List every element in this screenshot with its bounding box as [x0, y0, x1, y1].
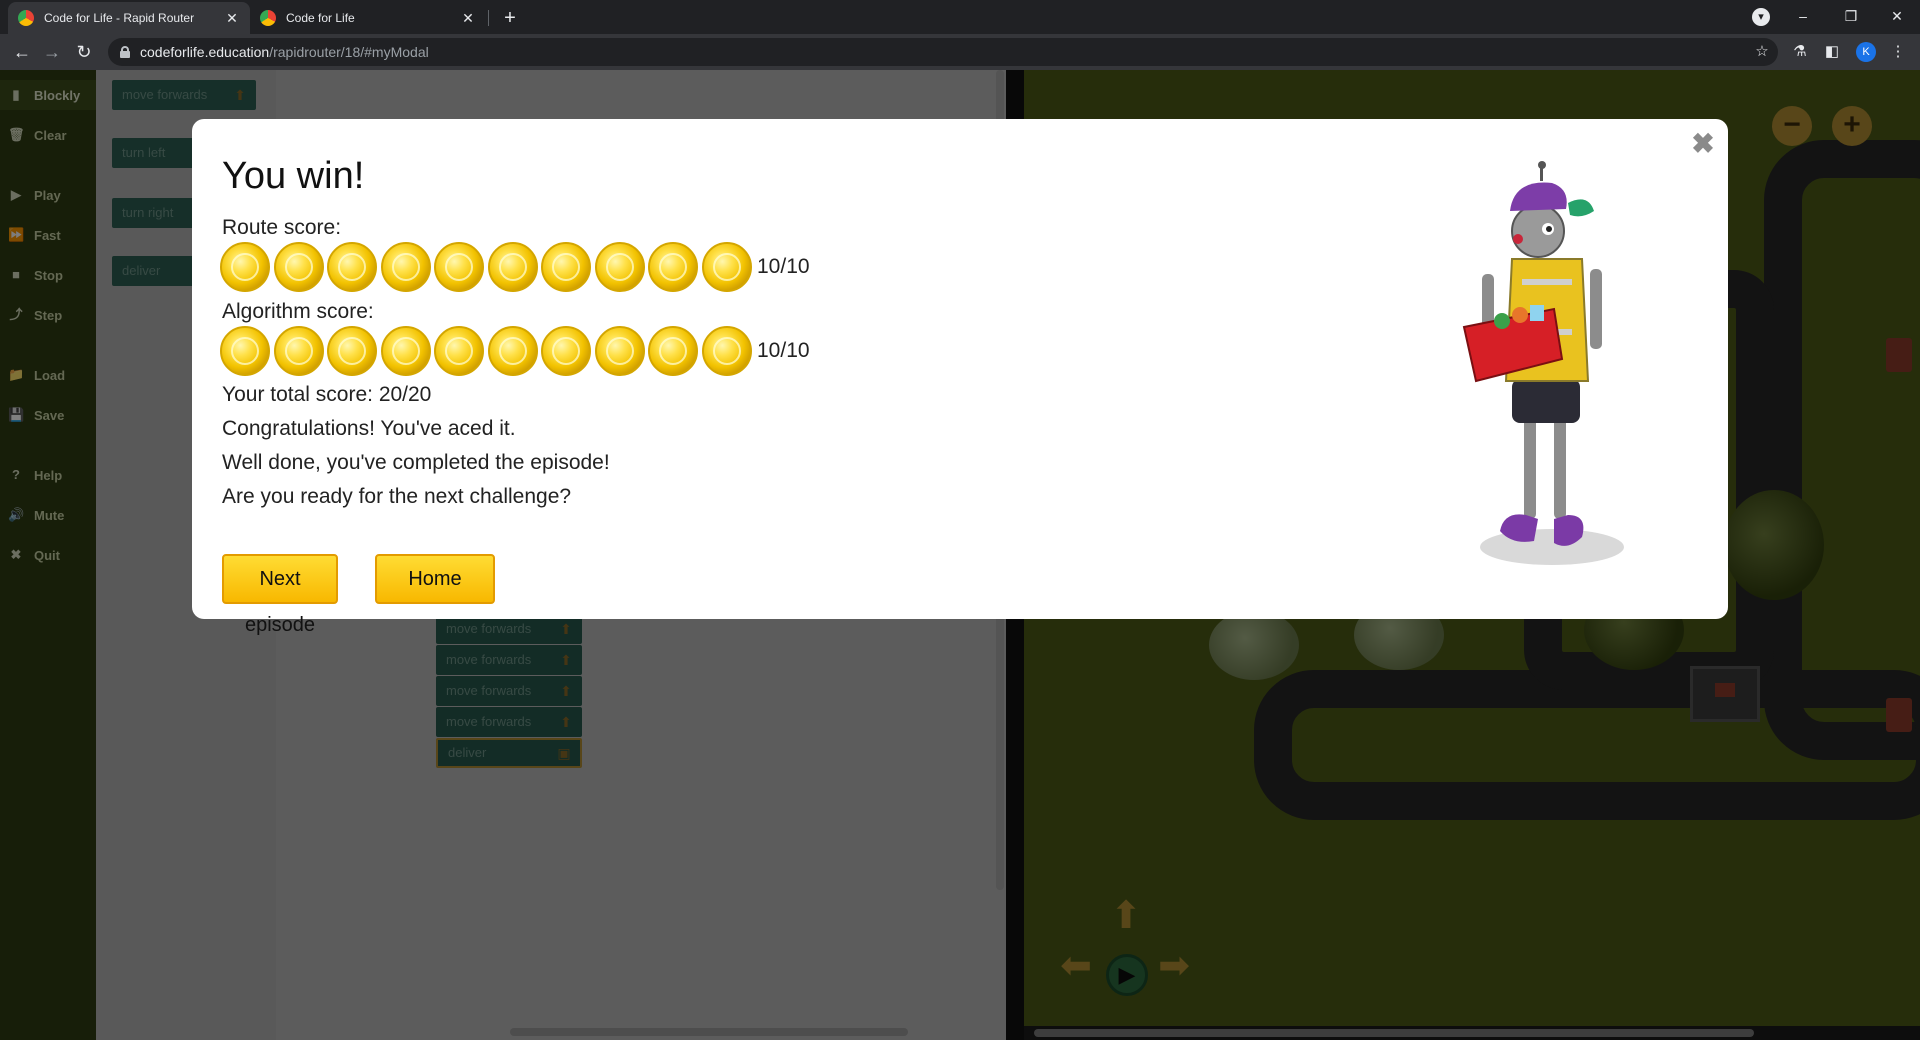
browser-menu-icon[interactable]: ⋮ [1888, 42, 1908, 62]
coin-icon [380, 326, 431, 376]
coin-icon [701, 326, 752, 376]
algorithm-score-value: 10/10 [757, 339, 810, 362]
browser-tab-strip: Code for Life - Rapid Router ✕ Code for … [0, 0, 1920, 34]
route-score-label: Route score: [222, 216, 342, 239]
code-for-life-favicon-icon [18, 10, 34, 26]
coin-icon [380, 242, 431, 292]
profile-avatar[interactable]: K [1856, 42, 1876, 62]
coin-icon [648, 326, 698, 376]
restore-button[interactable]: ❐ [1828, 0, 1874, 34]
coin-icon [487, 326, 538, 376]
browser-toolbar: ← → ↻ codeforlife.education/rapidrouter/… [0, 34, 1920, 70]
coin-icon [648, 242, 698, 292]
coin-icon [434, 326, 484, 376]
window-close-button[interactable]: ✕ [1874, 0, 1920, 34]
tab-title: Code for Life [286, 11, 355, 25]
bookmark-star-icon[interactable]: ☆ [1752, 42, 1772, 62]
coin-icon [273, 242, 324, 292]
coin-icon [273, 326, 324, 376]
win-modal: ✖ You win! Route score: 10/10 Algorithm … [192, 119, 1728, 619]
episode-complete-text: Well done, you've completed the episode! [222, 451, 610, 474]
coin-icon [701, 242, 752, 292]
next-challenge-text: Are you ready for the next challenge? [222, 485, 572, 508]
url-text: codeforlife.education/rapidrouter/18/#my… [140, 44, 429, 60]
new-tab-button[interactable]: + [498, 6, 522, 30]
tab-close-icon[interactable]: ✕ [460, 10, 476, 27]
congratulations-text: Congratulations! You've aced it. [222, 417, 516, 440]
reload-icon[interactable]: ↻ [72, 40, 96, 64]
back-arrow-icon[interactable]: ← [10, 40, 34, 64]
coin-icon [220, 326, 270, 376]
coin-icon [434, 242, 484, 292]
tab-title: Code for Life - Rapid Router [44, 11, 195, 25]
coin-icon [541, 326, 591, 376]
tab-rapid-router[interactable]: Code for Life - Rapid Router ✕ [8, 2, 250, 34]
route-score-value: 10/10 [757, 255, 810, 278]
coin-icon [327, 242, 377, 292]
rapid-router-page: ▮ Blockly 🗑 Clear ▶ Play ⏩ Fast ■ Stop ⤴… [0, 70, 1920, 1040]
tab-separator [488, 10, 489, 26]
home-button[interactable]: Home [375, 554, 495, 604]
next-episode-button[interactable]: Next episode [222, 554, 338, 636]
robot-courier-illustration [1462, 161, 1624, 565]
coin-icon [594, 326, 645, 376]
coin-icon [541, 242, 591, 292]
coin-icon [220, 242, 270, 292]
extensions-icon[interactable]: ⚗ [1790, 42, 1810, 62]
modal-title: You win! [222, 155, 365, 197]
lock-icon [120, 46, 130, 58]
side-panel-icon[interactable]: ◧ [1822, 42, 1842, 62]
coin-icon [594, 242, 645, 292]
modal-close-icon[interactable]: ✖ [1688, 129, 1718, 159]
code-for-life-favicon-icon [260, 10, 276, 26]
tab-close-icon[interactable]: ✕ [224, 10, 240, 27]
address-bar[interactable]: codeforlife.education/rapidrouter/18/#my… [108, 38, 1778, 66]
algorithm-score-label: Algorithm score: [222, 300, 374, 323]
minimize-button[interactable]: – [1780, 0, 1826, 34]
media-control-icon[interactable]: ▾ [1752, 8, 1770, 26]
total-score-text: Your total score: 20/20 [222, 383, 432, 406]
coin-icon [487, 242, 538, 292]
route-score-coins: 10/10 [220, 241, 810, 293]
coin-icon [327, 326, 377, 376]
forward-arrow-icon[interactable]: → [40, 40, 64, 64]
tab-code-for-life[interactable]: Code for Life ✕ [250, 2, 486, 34]
algorithm-score-coins: 10/10 [220, 325, 810, 377]
